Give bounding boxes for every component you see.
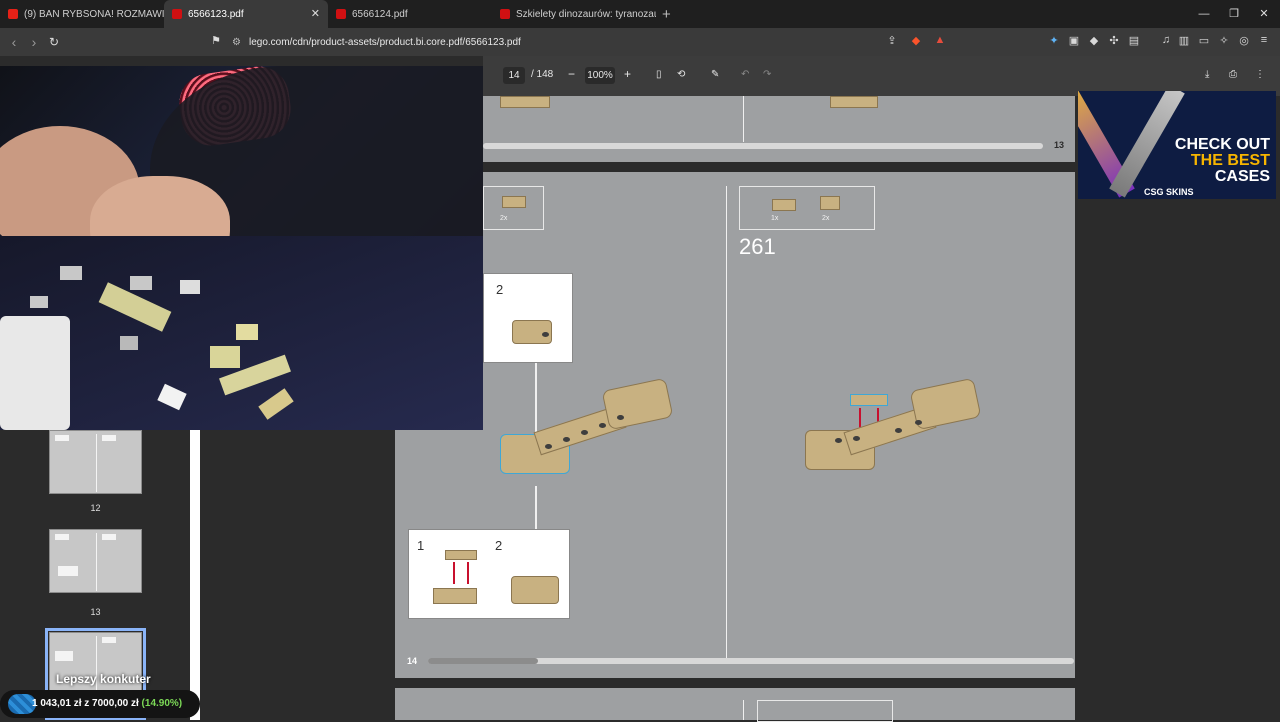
zoom-level[interactable]: 100% — [585, 67, 615, 84]
donation-goal-bar: 1 043,01 zł z 7000,00 zł (14.90%) — [0, 690, 200, 718]
leo-icon[interactable]: ✧ — [1216, 34, 1232, 47]
part-quantity: 2x — [500, 215, 508, 222]
part-quantity: 1x — [771, 215, 779, 222]
lego-icon — [500, 9, 510, 19]
pdf-page-14: 2x 1x 2x 261 2 1 2 14 — [395, 172, 1075, 678]
lego-icon — [172, 9, 182, 19]
page-thumbnail[interactable] — [49, 430, 142, 494]
part-quantity: 2x — [822, 215, 830, 222]
fit-page-icon[interactable]: ▯ — [656, 69, 662, 80]
tab-bar: (9) BAN RYBSONA! ROZMAWIAŁ Z D 6566123.p… — [0, 0, 1280, 28]
wallet-icon[interactable]: ▭ — [1196, 34, 1212, 47]
extension-icon[interactable]: ▤ — [1126, 34, 1142, 47]
pdf-page-13: 13 — [395, 96, 1075, 162]
sidebar-icon[interactable]: ▥ — [1176, 34, 1192, 47]
sub-step-number: 1 — [417, 538, 425, 553]
sub-step-callout: 2 — [483, 273, 573, 363]
step-number: 261 — [739, 234, 776, 259]
share-icon[interactable]: ⇪ — [884, 34, 900, 47]
parts-list: 1x 2x — [739, 186, 875, 230]
tab-title: 6566124.pdf — [352, 8, 408, 20]
sidebar-scrollbar[interactable] — [190, 430, 200, 720]
goal-separator: z — [84, 698, 90, 709]
ad-brand: CSG SKINS — [1144, 187, 1194, 197]
close-window-button[interactable]: ✕ — [1248, 0, 1280, 28]
back-icon[interactable]: ‹ — [4, 34, 24, 50]
reload-icon[interactable]: ↻ — [44, 35, 64, 49]
forward-icon[interactable]: › — [24, 34, 44, 50]
lego-icon — [336, 9, 346, 19]
menu-icon[interactable]: ≡ — [1256, 34, 1272, 46]
page-number: 13 — [1054, 140, 1065, 150]
annotate-icon[interactable]: ✎ — [711, 69, 719, 80]
pdf-page-15 — [395, 688, 1075, 722]
site-info-icon[interactable]: ⚙ — [232, 37, 241, 48]
rotate-icon[interactable]: ⟲ — [677, 69, 685, 80]
sub-step-number: 2 — [496, 282, 504, 297]
tab-youtube[interactable]: (9) BAN RYBSONA! ROZMAWIAŁ Z D — [0, 0, 164, 28]
thumbnail-label: 12 — [90, 503, 101, 513]
undo-icon[interactable]: ↶ — [741, 69, 749, 80]
brave-shield-icon[interactable]: ◆ — [908, 34, 924, 47]
close-tab-icon[interactable]: ✕ — [311, 7, 320, 20]
goal-percent: (14.90%) — [141, 698, 183, 709]
sub-step-number: 2 — [495, 538, 503, 553]
url-text: lego.com/cdn/product-assets/product.bi.c… — [248, 36, 521, 48]
youtube-icon — [8, 9, 18, 19]
extension-icon[interactable]: ◆ — [1086, 34, 1102, 47]
download-icon[interactable]: ⤓ — [1205, 69, 1209, 80]
rewards-icon[interactable]: ▲ — [932, 34, 948, 46]
webcam-overlay — [0, 66, 483, 430]
url-field[interactable]: ⚙ lego.com/cdn/product-assets/product.bi… — [232, 32, 952, 52]
print-icon[interactable]: ⎙ — [1229, 69, 1237, 80]
page-thumbnail[interactable] — [49, 529, 142, 593]
parts-list: 2x — [483, 186, 544, 230]
goal-target: 7000,00 zł — [92, 698, 139, 709]
goal-current: 1 043,01 zł — [32, 698, 82, 709]
more-options-icon[interactable]: ⋮ — [1255, 69, 1265, 80]
redo-icon[interactable]: ↷ — [763, 69, 771, 80]
minimize-button[interactable]: — — [1188, 0, 1220, 28]
tab-dinosaur[interactable]: Szkielety dinozaurów: tyranozaur 76 — [492, 0, 656, 28]
restore-button[interactable]: ❐ — [1218, 0, 1250, 28]
bookmark-icon[interactable]: ⚑ — [206, 34, 226, 47]
music-icon[interactable]: ♫ — [1158, 34, 1174, 46]
tab-pdf-6566124[interactable]: 6566124.pdf — [328, 0, 492, 28]
goal-status: 1 043,01 zł z 7000,00 zł (14.90%) — [32, 698, 182, 709]
extension-icon[interactable]: ▣ — [1066, 34, 1082, 47]
tab-title: (9) BAN RYBSONA! ROZMAWIAŁ Z D — [24, 8, 164, 20]
zoom-in-button[interactable]: + — [624, 67, 631, 81]
advertisement-banner[interactable]: CHECK OUT THE BEST CASES CSG SKINS — [1078, 91, 1276, 199]
page-number-input[interactable]: 14 — [503, 67, 525, 84]
zoom-out-button[interactable]: − — [568, 67, 575, 81]
tab-title: 6566123.pdf — [188, 8, 244, 20]
extension-icon[interactable]: ✦ — [1046, 34, 1062, 47]
tab-title: Szkielety dinozaurów: tyranozaur 76 — [516, 8, 656, 20]
tab-pdf-6566123[interactable]: 6566123.pdf ✕ — [164, 0, 328, 28]
pdf-toolbar: 14 / 148 − 100% + ▯ ⟲ ✎ ↶ ↷ ⤓ ⎙ ⋮ — [483, 56, 1280, 96]
vpn-icon[interactable]: ◎ — [1236, 34, 1252, 47]
total-pages: / 148 — [531, 69, 554, 80]
thumbnail-label: 13 — [90, 607, 101, 617]
sub-step-callout: 1 2 — [408, 529, 570, 619]
puzzle-icon[interactable]: ✣ — [1106, 34, 1122, 47]
goal-title: Lepszy konkuter — [56, 672, 151, 686]
ad-headline: CASES — [1214, 168, 1270, 185]
page-number: 14 — [407, 656, 418, 666]
new-tab-button[interactable]: + — [662, 6, 671, 23]
